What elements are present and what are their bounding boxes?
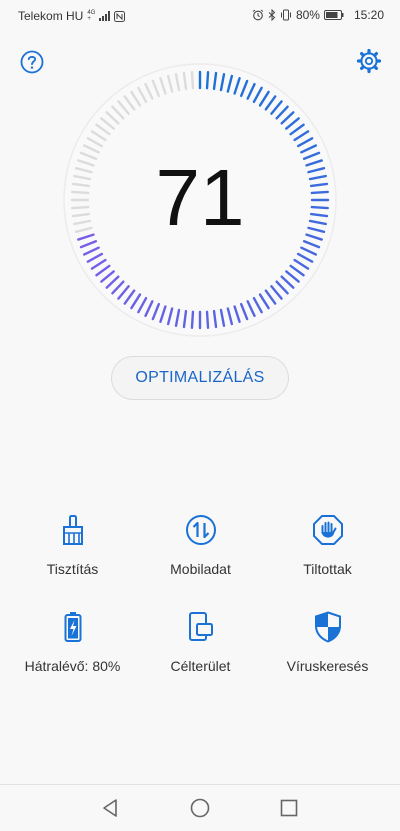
bluetooth-icon	[268, 9, 276, 21]
status-right: 80% 15:20	[252, 8, 384, 22]
score-value: 71	[155, 153, 245, 242]
battery-icon	[323, 10, 344, 20]
gauge-tick-filled	[205, 310, 210, 329]
vibrate-icon	[280, 9, 291, 21]
tile-label: Víruskeresés	[286, 658, 369, 674]
back-icon[interactable]	[100, 797, 122, 819]
signal-icon	[99, 11, 111, 21]
gear-icon[interactable]	[356, 48, 382, 74]
tile-label: Tiltottak	[303, 561, 352, 577]
tile-label: Tisztítás	[46, 561, 99, 577]
broom-icon	[62, 515, 83, 545]
recents-icon[interactable]	[278, 797, 300, 819]
clock: 15:20	[353, 8, 384, 22]
status-bar: Telekom HU 4G + 80% 15:20	[0, 0, 400, 30]
devices-icon	[188, 612, 213, 641]
tile-virus-scan[interactable]: Víruskeresés	[261, 610, 394, 674]
tile-mobile-data[interactable]: Mobiladat	[134, 513, 267, 577]
gauge-tick-filled	[190, 310, 195, 329]
tile-battery[interactable]: Hátralévő: 80%	[6, 610, 139, 674]
tile-label: Hátralévő: 80%	[24, 658, 121, 674]
tile-cleanup[interactable]: Tisztítás	[6, 513, 139, 577]
tile-target-area[interactable]: Célterület	[134, 610, 267, 674]
tile-label: Célterület	[170, 658, 231, 674]
blocked-hand-icon	[312, 515, 343, 545]
status-left: Telekom HU 4G +	[18, 9, 126, 23]
nfc-icon	[114, 10, 126, 22]
gauge-tick-filled	[205, 71, 210, 90]
gauge-tick-empty	[190, 71, 195, 90]
battery-percent: 80%	[295, 8, 320, 22]
battery-icon	[64, 612, 81, 642]
optimize-button[interactable]: OPTIMALIZÁLÁS	[111, 356, 289, 400]
tile-blocked[interactable]: Tiltottak	[261, 513, 394, 577]
carrier-name: Telekom HU	[18, 9, 84, 23]
network-type-bottom: +	[87, 16, 91, 22]
tile-label: Mobiladat	[170, 561, 231, 577]
home-icon[interactable]	[189, 797, 211, 819]
help-icon[interactable]	[19, 49, 45, 75]
navigation-bar	[0, 784, 400, 831]
alarm-icon	[252, 9, 264, 21]
shield-icon	[314, 611, 341, 643]
data-arrows-icon	[185, 515, 216, 545]
network-type: 4G +	[87, 10, 95, 22]
